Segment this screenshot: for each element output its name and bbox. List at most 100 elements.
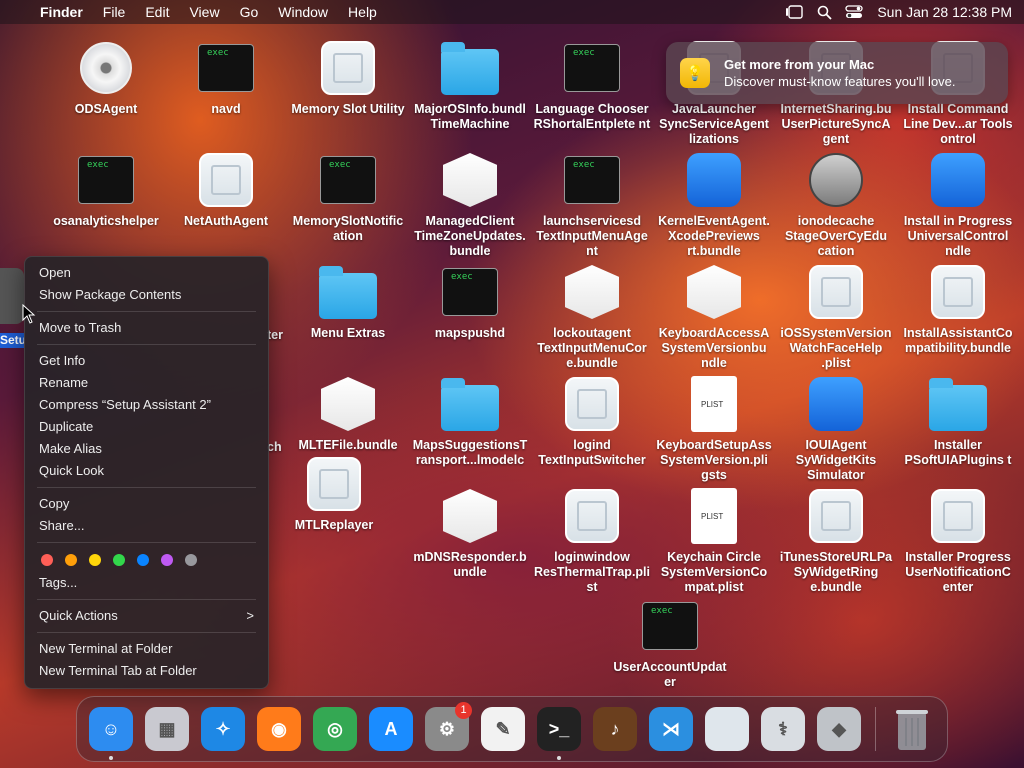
folder-file-icon (440, 38, 500, 98)
menu-item-rename[interactable]: Rename (25, 372, 268, 394)
menu-item-new-terminal-tab-at-folder[interactable]: New Terminal Tab at Folder (25, 660, 268, 682)
desktop-item[interactable]: loginwindow ResThermalTrap.pli st (530, 486, 654, 595)
dock-app[interactable]: ◆ (814, 704, 864, 754)
menu-item-duplicate[interactable]: Duplicate (25, 416, 268, 438)
dock-app[interactable]: A (366, 704, 416, 754)
desktop-item-label: ManagedClient TimeZoneUpdates. bundle (414, 214, 526, 258)
menu-item-get-info[interactable]: Get Info (25, 350, 268, 372)
spotlight-search-icon[interactable] (809, 0, 839, 24)
desktop-item[interactable]: ionodecache StageOverCyEdu cation (774, 150, 898, 259)
desktop-item[interactable]: mDNSResponder.b undle (408, 486, 532, 580)
menu-edit[interactable]: Edit (135, 0, 179, 24)
blank-file-icon (304, 454, 364, 514)
mouse-pointer-icon (22, 304, 36, 324)
tag-color-dot[interactable] (65, 554, 77, 566)
exec-file-icon (196, 38, 256, 98)
dock-app[interactable]: ✎ (478, 704, 528, 754)
dock-app[interactable]: ▦ (142, 704, 192, 754)
chrome-icon: ◎ (313, 707, 357, 751)
tag-color-dot[interactable] (137, 554, 149, 566)
menu-item-quick-look[interactable]: Quick Look (25, 460, 268, 482)
menu-separator (37, 542, 256, 543)
menu-item-show-package-contents[interactable]: Show Package Contents (25, 284, 268, 306)
desktop-item[interactable]: IOUIAgent SyWidgetKits Simulator (774, 374, 898, 483)
dock-app[interactable]: ⚙ 1 (422, 702, 472, 754)
dock-app[interactable]: ♪ (590, 704, 640, 754)
menu-go[interactable]: Go (230, 0, 269, 24)
desktop-item[interactable]: Language Chooser RShortalEntplete nt (530, 38, 654, 132)
dock-app[interactable] (702, 704, 752, 754)
desktop-item[interactable]: iOSSystemVersion WatchFaceHelp .plist (774, 262, 898, 371)
desktop-item-label: MLTEFile.bundle (298, 438, 398, 452)
desktop-item[interactable]: mapspushd (408, 262, 532, 341)
desktop-item[interactable]: logind TextInputSwitcher (530, 374, 654, 468)
menu-view[interactable]: View (179, 0, 229, 24)
tag-color-dot[interactable] (89, 554, 101, 566)
desktop-item[interactable]: iTunesStoreURLPa SyWidgetRing e.bundle (774, 486, 898, 595)
menu-item-quick-actions[interactable]: Quick Actions > (25, 605, 268, 627)
menu-window[interactable]: Window (268, 0, 338, 24)
dock-app[interactable]: ⚕ (758, 704, 808, 754)
desktop-item[interactable]: Menu Extras (286, 262, 410, 341)
chevron-right-icon: > (246, 608, 254, 623)
menu-item-share[interactable]: Share... (25, 515, 268, 537)
desktop-item[interactable]: Memory Slot Utility (286, 38, 410, 117)
desktop-item-label-partial: ch (267, 440, 282, 454)
dock-app[interactable]: ◎ (310, 704, 360, 754)
desktop-item[interactable]: MTLReplayer (272, 454, 396, 533)
desktop-item[interactable]: MemorySlotNotific ation (286, 150, 410, 244)
tag-color-dot[interactable] (185, 554, 197, 566)
menu-item-tags[interactable]: Tags... (25, 572, 268, 594)
desktop-item[interactable]: KeyboardSetupAss SystemVersion.pli gsts (652, 374, 776, 483)
menu-item-copy[interactable]: Copy (25, 493, 268, 515)
menu-item-move-to-trash[interactable]: Move to Trash (25, 317, 268, 339)
tag-color-dot[interactable] (161, 554, 173, 566)
desktop-item[interactable]: MajorOSInfo.bundl TimeMachine (408, 38, 532, 132)
menu-separator (37, 632, 256, 633)
desktop-item[interactable]: ODSAgent (44, 38, 168, 117)
menu-help[interactable]: Help (338, 0, 387, 24)
desktop-item[interactable]: KernelEventAgent. XcodePreviews rt.bundl… (652, 150, 776, 259)
menu-item-new-terminal-at-folder[interactable]: New Terminal at Folder (25, 638, 268, 660)
desktop-item[interactable]: MLTEFile.bundle (286, 374, 410, 453)
selected-item-label[interactable]: Setup Assistant 2 (0, 333, 24, 348)
menu-item-make-alias[interactable]: Make Alias (25, 438, 268, 460)
setup-assistant-icon[interactable] (0, 268, 24, 324)
menu-app-name[interactable]: Finder (34, 0, 93, 24)
menu-item-compress[interactable]: Compress “Setup Assistant 2” (25, 394, 268, 416)
tag-color-dot[interactable] (41, 554, 53, 566)
menu-separator (37, 311, 256, 312)
desktop-item[interactable]: Keychain Circle SystemVersionCo mpat.pli… (652, 486, 776, 595)
desktop-item[interactable]: osanalyticshelper (44, 150, 168, 229)
dock-app[interactable]: ✧ (198, 704, 248, 754)
dock-app[interactable]: ☺ (86, 704, 136, 760)
desktop-item-label: Language Chooser RShortalEntplete nt (533, 102, 651, 131)
desktop-item[interactable]: Installer Progress UserNotificationC ent… (896, 486, 1020, 595)
desktop-item-label: Install Command Line Dev...ar Tools ontr… (903, 102, 1013, 146)
desktop-item[interactable]: lockoutagent TextInputMenuCor e.bundle (530, 262, 654, 371)
desktop-item[interactable]: ManagedClient TimeZoneUpdates. bundle (408, 150, 532, 259)
desktop-item[interactable]: NetAuthAgent (164, 150, 288, 229)
desktop-item[interactable]: KeyboardAccessA SystemVersionbu ndle (652, 262, 776, 371)
dock-app[interactable]: ⋊ (646, 704, 696, 754)
exec-file-icon (76, 150, 136, 210)
blank-file-icon (806, 262, 866, 322)
stage-manager-icon[interactable] (779, 0, 809, 24)
desktop-item[interactable]: Installer PSoftUIAPlugins t (896, 374, 1020, 468)
menu-file[interactable]: File (93, 0, 136, 24)
notification-banner[interactable]: 💡 Get more from your Mac Discover must-k… (666, 42, 1008, 104)
dock-trash[interactable] (887, 704, 937, 754)
tag-color-dot[interactable] (113, 554, 125, 566)
dock-app[interactable]: >_ (534, 704, 584, 760)
menu-item-open[interactable]: Open (25, 262, 268, 284)
control-center-icon[interactable] (839, 0, 869, 24)
menu-bar-clock[interactable]: Sun Jan 28 12:38 PM (877, 4, 1012, 20)
dock-app[interactable]: ◉ (254, 704, 304, 754)
exec-file-icon (440, 262, 500, 322)
desktop-item[interactable]: Install in Progress UniversalControl ndl… (896, 150, 1020, 259)
desktop-item[interactable]: InstallAssistantCo mpatibility.bundle (896, 262, 1020, 356)
desktop-item[interactable]: launchservicesd TextInputMenuAge nt (530, 150, 654, 259)
desktop-item[interactable]: navd (164, 38, 288, 117)
desktop-item[interactable]: UserAccountUpdat er (608, 596, 732, 690)
desktop-item[interactable]: MapsSuggestionsT ransport...lmodelc (408, 374, 532, 468)
